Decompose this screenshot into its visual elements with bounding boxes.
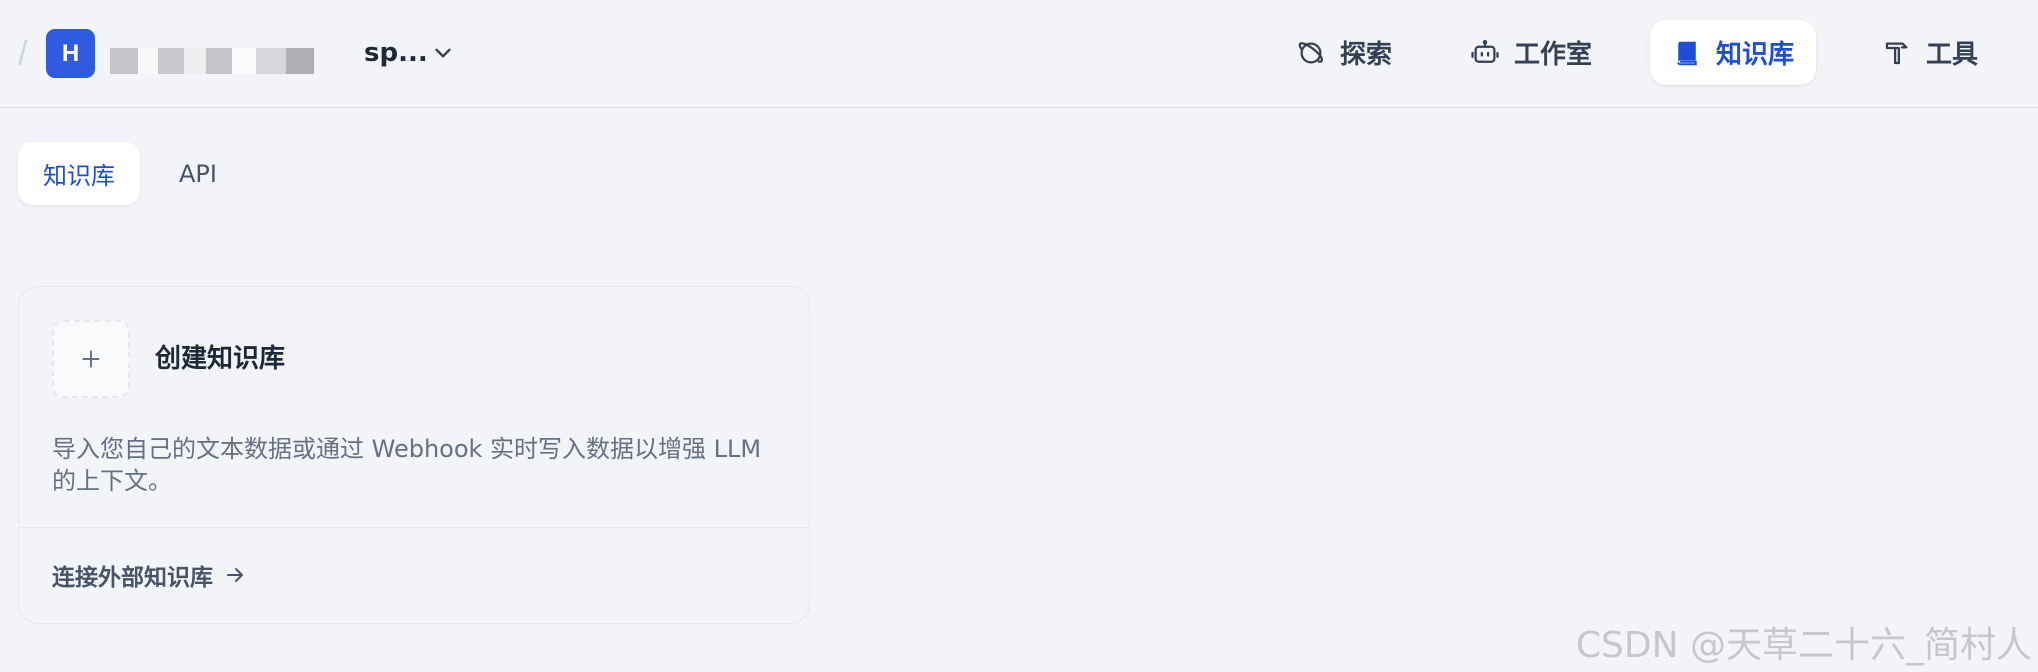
breadcrumb-separator: / bbox=[18, 35, 28, 73]
plus-box bbox=[52, 320, 130, 398]
watermark: CSDN @天草二十六_简村人 bbox=[1575, 625, 2032, 666]
plus-icon bbox=[82, 350, 100, 368]
hammer-icon bbox=[1885, 42, 1908, 64]
create-knowledge-button[interactable]: 创建知识库 bbox=[19, 287, 809, 437]
connect-external-knowledge-label: 连接外部知识库 bbox=[52, 565, 213, 591]
nav-tools[interactable]: 工具 bbox=[1860, 20, 2000, 85]
create-knowledge-title: 创建知识库 bbox=[155, 344, 286, 374]
create-knowledge-description: 导入您自己的文本数据或通过 Webhook 实时写入数据以增强 LLM 的上下文… bbox=[52, 435, 762, 495]
card-divider bbox=[19, 527, 809, 528]
arrow-right-icon bbox=[227, 568, 243, 582]
tab-api[interactable]: API bbox=[154, 142, 242, 205]
top-header: / H sp... 探索 工作室 知识库 工具 bbox=[0, 0, 2038, 108]
nav-knowledge[interactable]: 知识库 bbox=[1650, 20, 1817, 85]
nav-explore-label: 探索 bbox=[1340, 40, 1393, 70]
explore-icon bbox=[1298, 41, 1324, 63]
connect-external-knowledge-link[interactable]: 连接外部知识库 bbox=[52, 557, 247, 593]
nav-explore[interactable]: 探索 bbox=[1274, 20, 1414, 85]
chevron-down-icon[interactable] bbox=[430, 40, 456, 66]
book-icon bbox=[1677, 41, 1697, 65]
robot-icon bbox=[1471, 39, 1499, 63]
nav-studio[interactable]: 工作室 bbox=[1448, 20, 1614, 85]
workspace-name[interactable]: sp... bbox=[364, 36, 428, 70]
tab-knowledge[interactable]: 知识库 bbox=[18, 142, 140, 205]
nav-studio-label: 工作室 bbox=[1514, 40, 1593, 70]
workspace-avatar[interactable]: H bbox=[46, 29, 95, 78]
workspace-name-redacted bbox=[110, 48, 346, 74]
nav-tools-label: 工具 bbox=[1926, 40, 1979, 70]
nav-knowledge-label: 知识库 bbox=[1716, 40, 1795, 70]
create-knowledge-card: 创建知识库 导入您自己的文本数据或通过 Webhook 实时写入数据以增强 LL… bbox=[18, 286, 810, 624]
